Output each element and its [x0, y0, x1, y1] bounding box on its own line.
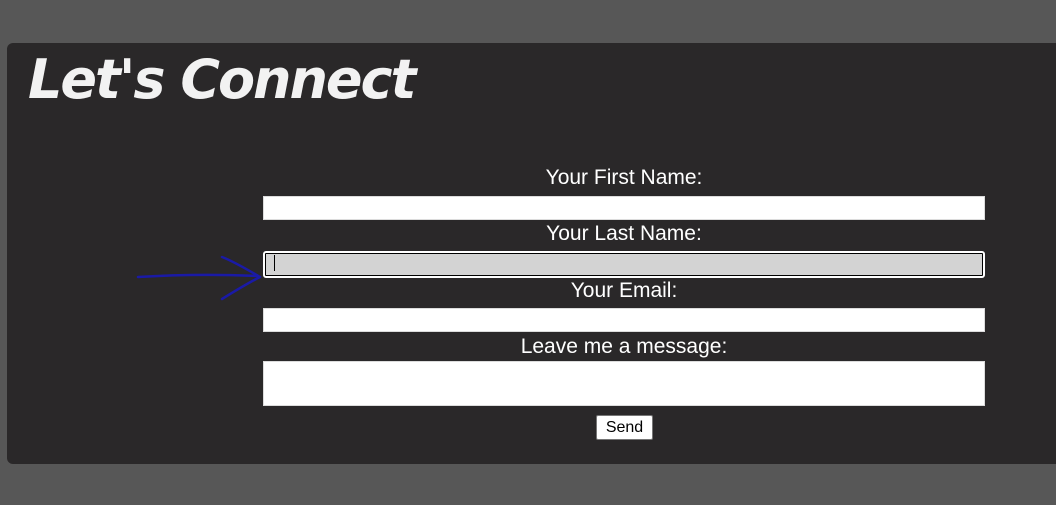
page-title: Let's Connect	[28, 48, 416, 111]
send-button[interactable]: Send	[596, 415, 653, 440]
message-label: Leave me a message:	[520, 335, 728, 358]
last-name-input[interactable]	[263, 251, 985, 278]
text-cursor	[274, 255, 275, 271]
first-name-label: Your First Name:	[545, 166, 703, 189]
first-name-input[interactable]	[263, 196, 985, 220]
email-label: Your Email:	[570, 279, 678, 302]
email-input[interactable]	[263, 308, 985, 332]
message-textarea[interactable]	[263, 361, 985, 406]
last-name-label: Your Last Name:	[546, 222, 702, 245]
contact-panel: Let's Connect Your First Name: Your Last…	[7, 43, 1056, 464]
